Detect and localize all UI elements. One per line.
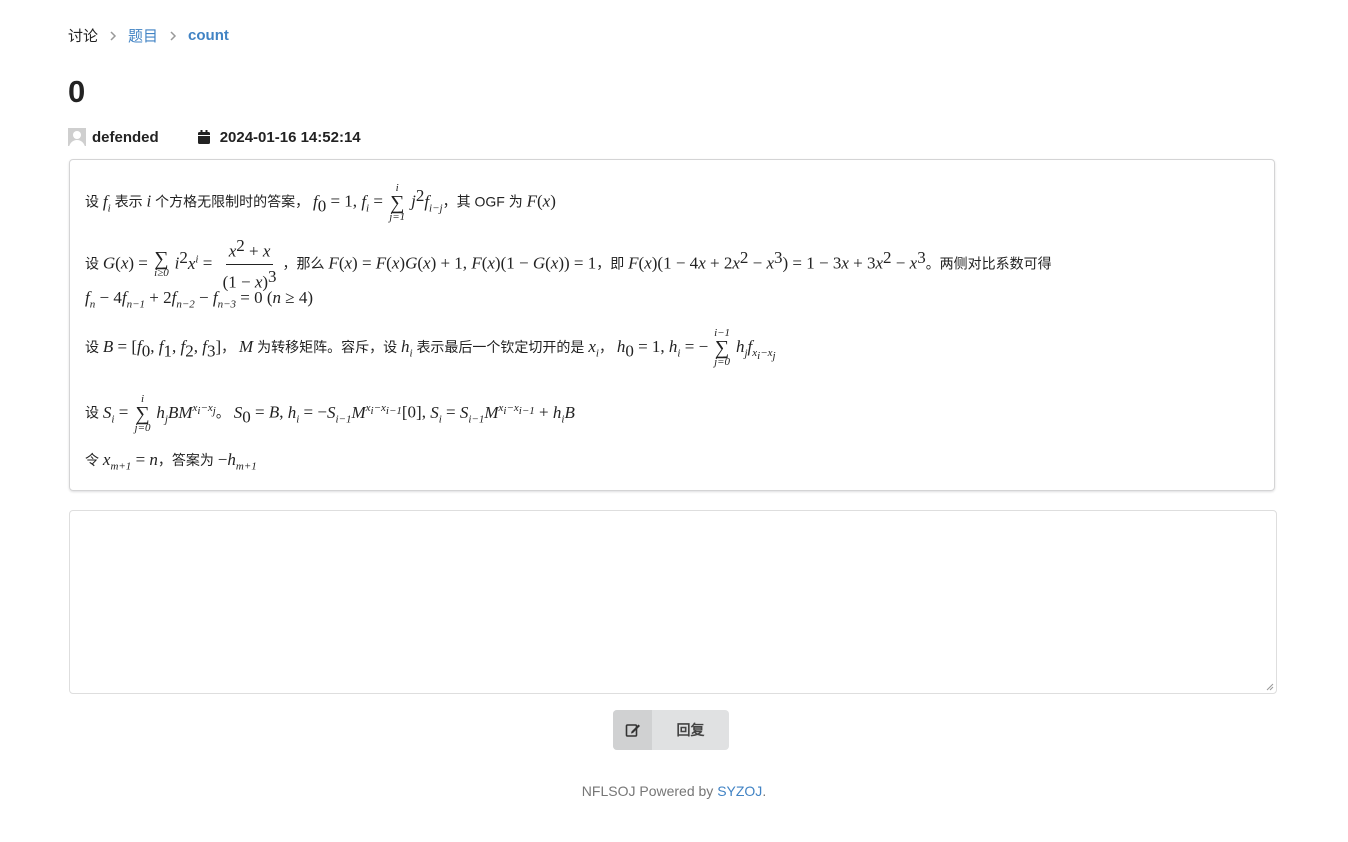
breadcrumb-discussion[interactable]: 讨论 [68,25,98,46]
page-title: 0 [68,74,86,109]
content-line-4: 设 B = [f0, f1, f2, f3]， M 为转移矩阵。容斥，设 hi … [85,327,776,369]
footer: NFLSOJ Powered by SYZOJ. [0,783,1348,799]
chevron-right-icon [108,30,118,41]
content-line-5: 设 Si = i ∑ j=0 hjBMxi−xj。 S0 = B, hi = −Si… [85,392,575,434]
author-name[interactable]: defended [92,129,159,146]
post-date: 2024-01-16 14:52:14 [219,128,361,146]
content-line-6: 令 xm+1 = n，答案为 −hm+1 [85,450,257,473]
footer-suffix: . [762,783,767,799]
post-meta: defended 2024-01-16 14:52:14 [68,126,361,148]
footer-brand-link[interactable]: SYZOJ [717,783,762,799]
avatar[interactable] [68,128,86,146]
content-line-3: fn − 4fn−1 + 2fn−2 − fn−3 = 0 (n ≥ 4) [85,288,314,311]
resize-grip-icon[interactable] [1266,683,1274,691]
reply-button-label: 回复 [676,722,705,738]
content-line-1: 设 fi 表示 i 个方格无限制时的答案， f0 = 1, fi = i ∑ j=1… [85,181,556,223]
post-content: 设 fi 表示 i 个方格无限制时的答案， f0 = 1, fi = i ∑ j=1… [69,159,1275,491]
breadcrumb-problem[interactable]: 题目 [128,25,158,46]
footer-prefix: NFLSOJ Powered by [581,783,714,799]
breadcrumb: 讨论 题目 count [68,25,229,46]
reply-button[interactable]: 回复 [613,710,729,750]
calendar-icon [197,130,211,144]
reply-textarea[interactable] [69,510,1277,694]
breadcrumb-current[interactable]: count [188,27,229,44]
chevron-right-icon [168,30,178,41]
content-line-2: 设 G(x) = ∑ i≥0 i2xi = x2 + x (1 − x)3 ，那么 F… [85,236,1052,293]
edit-icon [613,710,652,750]
